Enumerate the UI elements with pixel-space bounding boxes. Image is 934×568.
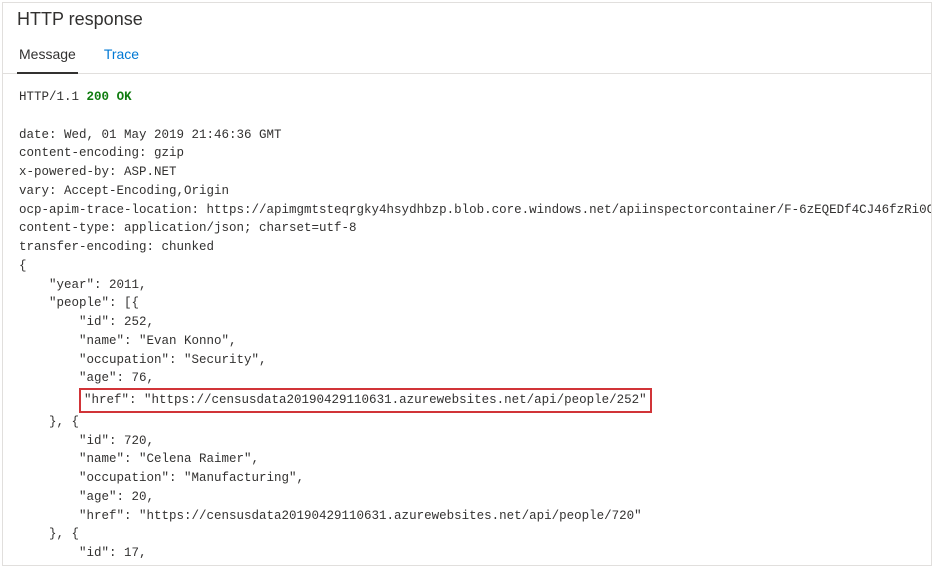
- panel-title: HTTP response: [3, 3, 931, 38]
- header-ocp-apim-trace: ocp-apim-trace-location: https://apimgmt…: [19, 203, 931, 217]
- header-x-powered-by: x-powered-by: ASP.NET: [19, 165, 177, 179]
- tab-trace[interactable]: Trace: [102, 38, 141, 74]
- body-p2-href: "href": "https://censusdata2019042911063…: [19, 509, 642, 523]
- header-transfer-encoding: transfer-encoding: chunked: [19, 240, 214, 254]
- body-p2-occupation: "occupation": "Manufacturing",: [19, 471, 304, 485]
- body-p2-id: "id": 720,: [19, 434, 154, 448]
- header-date: date: Wed, 01 May 2019 21:46:36 GMT: [19, 128, 282, 142]
- body-p2-age: "age": 20,: [19, 490, 154, 504]
- body-p1-close: }, {: [19, 415, 79, 429]
- header-vary: vary: Accept-Encoding,Origin: [19, 184, 229, 198]
- tabs-container: Message Trace: [3, 38, 931, 74]
- body-p2-close: }, {: [19, 527, 79, 541]
- body-people-open: "people": [{: [19, 296, 139, 310]
- body-p1-occupation: "occupation": "Security",: [19, 353, 267, 367]
- status-code: 200: [87, 90, 110, 104]
- body-p1-age: "age": 76,: [19, 371, 154, 385]
- body-p1-id: "id": 252,: [19, 315, 154, 329]
- body-p1-name: "name": "Evan Konno",: [19, 334, 237, 348]
- tab-message[interactable]: Message: [17, 38, 78, 74]
- http-response-panel: HTTP response Message Trace HTTP/1.1 200…: [2, 2, 932, 566]
- header-content-type: content-type: application/json; charset=…: [19, 221, 357, 235]
- highlighted-href: "href": "https://censusdata2019042911063…: [79, 388, 652, 413]
- response-body[interactable]: HTTP/1.1 200 OK date: Wed, 01 May 2019 2…: [3, 74, 931, 558]
- body-open-brace: {: [19, 259, 27, 273]
- body-p3-id: "id": 17,: [19, 546, 147, 558]
- status-text: OK: [117, 90, 132, 104]
- body-p1-href: "href": "https://censusdata2019042911063…: [84, 393, 647, 407]
- header-content-encoding: content-encoding: gzip: [19, 146, 184, 160]
- body-p2-name: "name": "Celena Raimer",: [19, 452, 259, 466]
- protocol-version: HTTP/1.1: [19, 90, 79, 104]
- body-year: "year": 2011,: [19, 278, 147, 292]
